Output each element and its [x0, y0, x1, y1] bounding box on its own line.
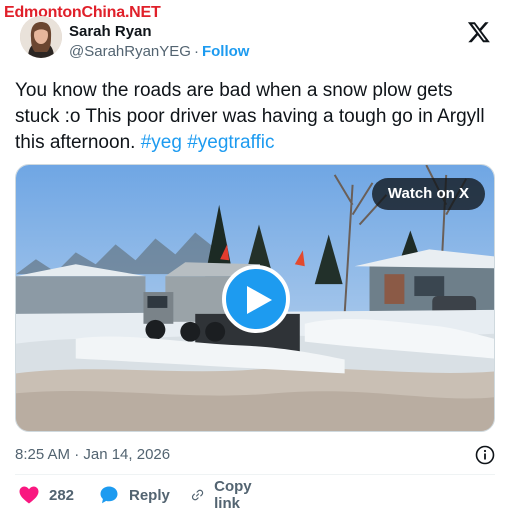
play-icon	[247, 286, 272, 314]
handle-row: @SarahRyanYEG · Follow	[69, 43, 249, 60]
hashtag-yeg[interactable]: #yeg	[141, 132, 182, 153]
author-name[interactable]: Sarah Ryan	[69, 23, 249, 40]
divider	[15, 474, 495, 475]
play-button[interactable]	[222, 265, 290, 333]
video-media[interactable]: Watch on X	[15, 164, 495, 432]
tweet-text: You know the roads are bad when a snow p…	[15, 78, 500, 156]
author-info: Sarah Ryan @SarahRyanYEG · Follow	[69, 23, 249, 60]
like-count: 282	[49, 486, 75, 504]
reply-label: Reply	[129, 486, 170, 504]
reply-bubble-icon	[100, 486, 118, 504]
tweet-header: Sarah Ryan @SarahRyanYEG · Follow	[14, 14, 497, 68]
avatar[interactable]	[20, 16, 62, 58]
info-icon[interactable]	[475, 445, 495, 465]
hashtag-yegtraffic[interactable]: #yegtraffic	[187, 132, 274, 153]
copy-link-label: Copy link	[214, 478, 252, 512]
like-button[interactable]: 282	[19, 484, 74, 506]
follow-button[interactable]: Follow	[202, 43, 250, 60]
watch-on-x-button[interactable]: Watch on X	[371, 178, 485, 210]
timestamp-row: 8:25 AM · Jan 14, 2026	[15, 445, 497, 465]
copy-link-button[interactable]: Copy link	[191, 478, 259, 512]
avatar-image	[20, 16, 62, 58]
author-handle[interactable]: @SarahRyanYEG	[69, 43, 191, 60]
link-icon	[191, 489, 204, 501]
timestamp[interactable]: 8:25 AM · Jan 14, 2026	[15, 446, 170, 463]
heart-icon	[19, 486, 39, 504]
reply-button[interactable]: Reply	[99, 484, 170, 506]
separator-dot: ·	[193, 43, 199, 60]
x-logo-icon[interactable]	[467, 20, 491, 44]
